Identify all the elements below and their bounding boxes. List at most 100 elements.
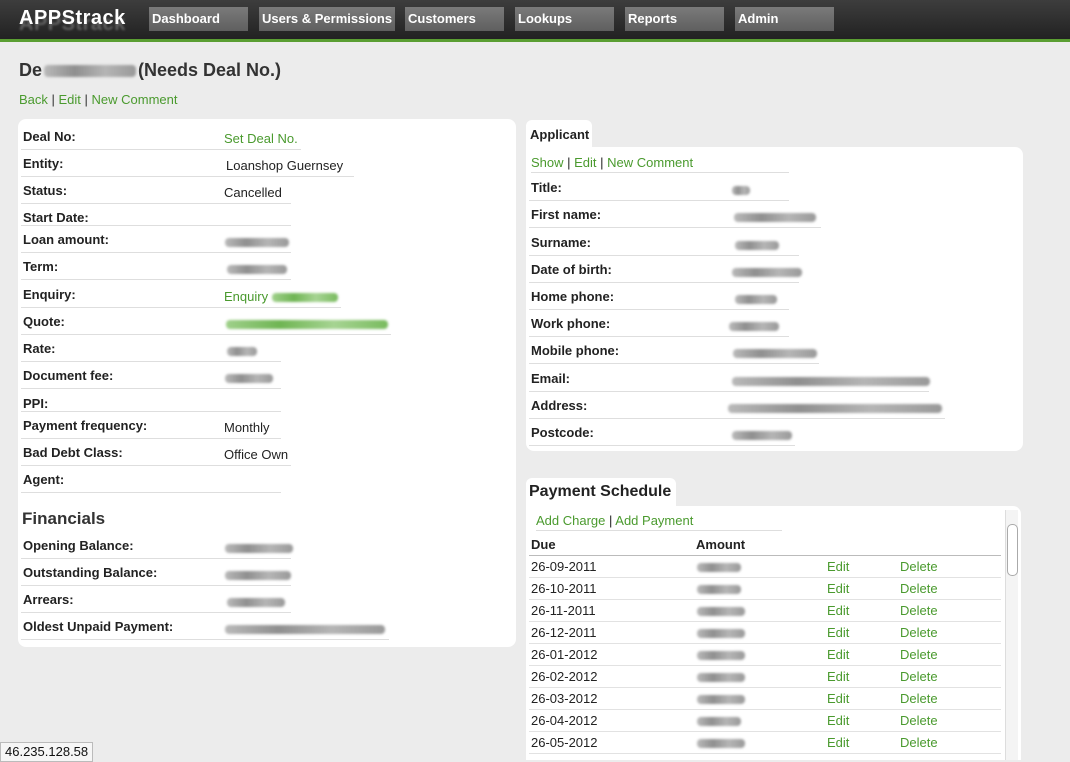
loan-amount-label: Loan amount:: [23, 232, 109, 247]
amount-column-header: Amount: [696, 537, 746, 552]
work-phone-label: Work phone:: [531, 316, 611, 331]
delete-payment-link[interactable]: Delete: [900, 735, 938, 750]
postcode-label: Postcode:: [531, 425, 594, 440]
enquiry-link[interactable]: Enquiry: [224, 289, 338, 304]
delete-payment-link[interactable]: Delete: [900, 691, 938, 706]
due-date-cell: 26-10-2011: [531, 581, 597, 596]
due-date-cell: 26-01-2012: [531, 647, 598, 662]
top-navigation-bar: APPStrack Dashboard Users & Permissions …: [0, 0, 1070, 42]
edit-payment-link[interactable]: Edit: [827, 735, 849, 750]
applicant-new-comment-link[interactable]: New Comment: [607, 155, 693, 170]
loan-amount-row: Loan amount:: [21, 225, 291, 253]
surname-row: Surname:: [529, 228, 799, 256]
status-bar-ip: 46.235.128.58: [0, 742, 94, 762]
payment-schedule-tab[interactable]: Payment Schedule: [526, 478, 676, 506]
table-row: 26-03-2012 Edit Delete: [529, 687, 1001, 710]
delete-payment-link[interactable]: Delete: [900, 559, 938, 574]
delete-payment-link[interactable]: Delete: [900, 647, 938, 662]
redacted-amount: [697, 651, 745, 660]
delete-payment-link[interactable]: Delete: [900, 625, 938, 640]
postcode-row: Postcode:: [529, 418, 795, 446]
due-date-cell: 26-05-2012: [531, 735, 598, 750]
delete-payment-link[interactable]: Delete: [900, 603, 938, 618]
nav-reports[interactable]: Reports: [625, 7, 724, 31]
delete-payment-link[interactable]: Delete: [900, 581, 938, 596]
apps-track-logo[interactable]: APPStrack: [19, 7, 126, 30]
start-date-row: Start Date:: [21, 203, 291, 226]
page-title: De (Needs Deal No.): [19, 60, 281, 81]
due-date-cell: 26-11-2011: [531, 603, 596, 618]
email-label: Email:: [531, 371, 571, 386]
applicant-tab[interactable]: Applicant: [526, 120, 592, 147]
redacted-oldest-unpaid-payment: [225, 625, 385, 635]
mobile-phone-label: Mobile phone:: [531, 343, 620, 358]
agent-label: Agent:: [23, 472, 65, 487]
schedule-actions: Add Charge | Add Payment: [536, 513, 782, 531]
edit-payment-link[interactable]: Edit: [827, 713, 849, 728]
applicant-title-row: Title:: [529, 173, 789, 201]
add-charge-link[interactable]: Add Charge: [536, 513, 605, 528]
nav-admin[interactable]: Admin: [735, 7, 834, 31]
new-comment-link[interactable]: New Comment: [92, 92, 178, 107]
redacted-work-phone: [729, 322, 779, 332]
delete-payment-link[interactable]: Delete: [900, 669, 938, 684]
surname-label: Surname:: [531, 235, 591, 250]
edit-payment-link[interactable]: Edit: [827, 691, 849, 706]
first-name-row: First name:: [529, 200, 821, 228]
schedule-scrollbar-thumb[interactable]: [1007, 524, 1018, 576]
edit-payment-link[interactable]: Edit: [827, 559, 849, 574]
ppi-label: PPI:: [23, 396, 49, 411]
applicant-edit-link[interactable]: Edit: [574, 155, 596, 170]
oldest-unpaid-payment-label: Oldest Unpaid Payment:: [23, 619, 174, 634]
nav-dashboard[interactable]: Dashboard: [149, 7, 248, 31]
document-fee-row: Document fee:: [21, 361, 281, 389]
enquiry-row: Enquiry: Enquiry: [21, 280, 341, 308]
bad-debt-class-label: Bad Debt Class:: [23, 445, 123, 460]
table-row: 26-01-2012 Edit Delete: [529, 643, 1001, 666]
quote-link[interactable]: [226, 316, 388, 331]
quote-row: Quote:: [21, 307, 391, 335]
redacted-amount: [697, 563, 741, 572]
bad-debt-class-value: Office Own: [224, 447, 289, 462]
redacted-postcode: [732, 431, 792, 441]
date-of-birth-label: Date of birth:: [531, 262, 612, 277]
applicant-actions: Show | Edit | New Comment: [531, 155, 789, 173]
edit-payment-link[interactable]: Edit: [827, 603, 849, 618]
redacted-enquiry: [271, 293, 338, 303]
applicant-show-link[interactable]: Show: [531, 155, 564, 170]
delete-payment-link[interactable]: Delete: [900, 713, 938, 728]
edit-payment-link[interactable]: Edit: [827, 669, 849, 684]
opening-balance-row: Opening Balance:: [21, 531, 293, 559]
back-link[interactable]: Back: [19, 92, 48, 107]
edit-payment-link[interactable]: Edit: [827, 581, 849, 596]
edit-link[interactable]: Edit: [59, 92, 81, 107]
arrears-label: Arrears:: [23, 592, 74, 607]
payment-schedule-panel: Add Charge | Add Payment Due Amount 26-0…: [526, 506, 1021, 760]
nav-users-permissions[interactable]: Users & Permissions: [259, 7, 395, 31]
edit-payment-link[interactable]: Edit: [827, 647, 849, 662]
enquiry-label: Enquiry:: [23, 287, 76, 302]
enquiry-link-text: Enquiry: [224, 289, 269, 304]
add-payment-link[interactable]: Add Payment: [615, 513, 693, 528]
table-row: 26-11-2011 Edit Delete: [529, 599, 1001, 622]
status-label: Status:: [23, 183, 68, 198]
redacted-arrears: [227, 598, 285, 608]
nav-lookups[interactable]: Lookups: [515, 7, 614, 31]
financials-heading: Financials: [22, 509, 106, 528]
first-name-label: First name:: [531, 207, 602, 222]
redacted-amount: [697, 695, 745, 704]
payment-frequency-row: Payment frequency: Monthly: [21, 411, 281, 439]
schedule-scrollbar[interactable]: [1005, 510, 1018, 760]
email-row: Email:: [529, 364, 930, 392]
arrears-row: Arrears:: [21, 585, 291, 613]
outstanding-balance-label: Outstanding Balance:: [23, 565, 158, 580]
deal-details-panel: Deal No: Set Deal No. Entity: Loanshop G…: [18, 119, 516, 647]
applicant-title-label: Title:: [531, 180, 562, 195]
set-deal-no-link[interactable]: Set Deal No.: [224, 131, 298, 146]
edit-payment-link[interactable]: Edit: [827, 625, 849, 640]
table-row: 26-12-2011 Edit Delete: [529, 621, 1001, 644]
rate-label: Rate:: [23, 341, 56, 356]
redacted-term: [227, 265, 287, 275]
work-phone-row: Work phone:: [529, 309, 789, 337]
nav-customers[interactable]: Customers: [405, 7, 504, 31]
